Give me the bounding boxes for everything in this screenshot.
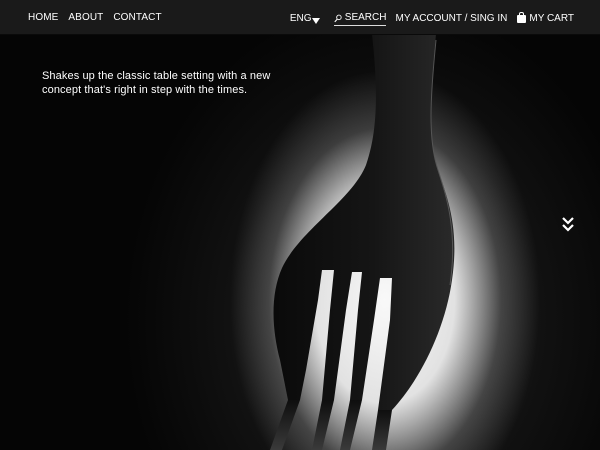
utility-nav: ENG SEARCH MY ACCOUNT / SING IN MY CART	[290, 12, 574, 26]
nav-about-link[interactable]: ABOUT	[68, 12, 103, 24]
account-signin-link[interactable]: MY ACCOUNT / SING IN	[395, 13, 507, 25]
double-chevron-down-icon[interactable]	[561, 216, 575, 238]
nav-home-link[interactable]: HOME	[28, 12, 58, 24]
fork-image	[270, 34, 455, 450]
magnifier-icon	[334, 14, 343, 22]
nav-contact-link[interactable]: CONTACT	[113, 12, 161, 24]
language-label: ENG	[289, 13, 312, 24]
hero-tagline: Shakes up the classic table setting with…	[42, 70, 271, 96]
cart-link[interactable]: MY CART	[517, 12, 574, 25]
search-label: SEARCH	[344, 12, 387, 23]
caret-down-icon	[312, 17, 321, 24]
top-navigation-bar: HOME ABOUT CONTACT ENG SEARCH MY ACCOUNT…	[0, 0, 600, 35]
language-selector[interactable]: ENG	[290, 13, 321, 25]
bag-icon	[517, 12, 527, 23]
search-button[interactable]: SEARCH	[334, 12, 387, 26]
main-nav: HOME ABOUT CONTACT	[28, 12, 162, 24]
cart-label: MY CART	[529, 13, 574, 24]
